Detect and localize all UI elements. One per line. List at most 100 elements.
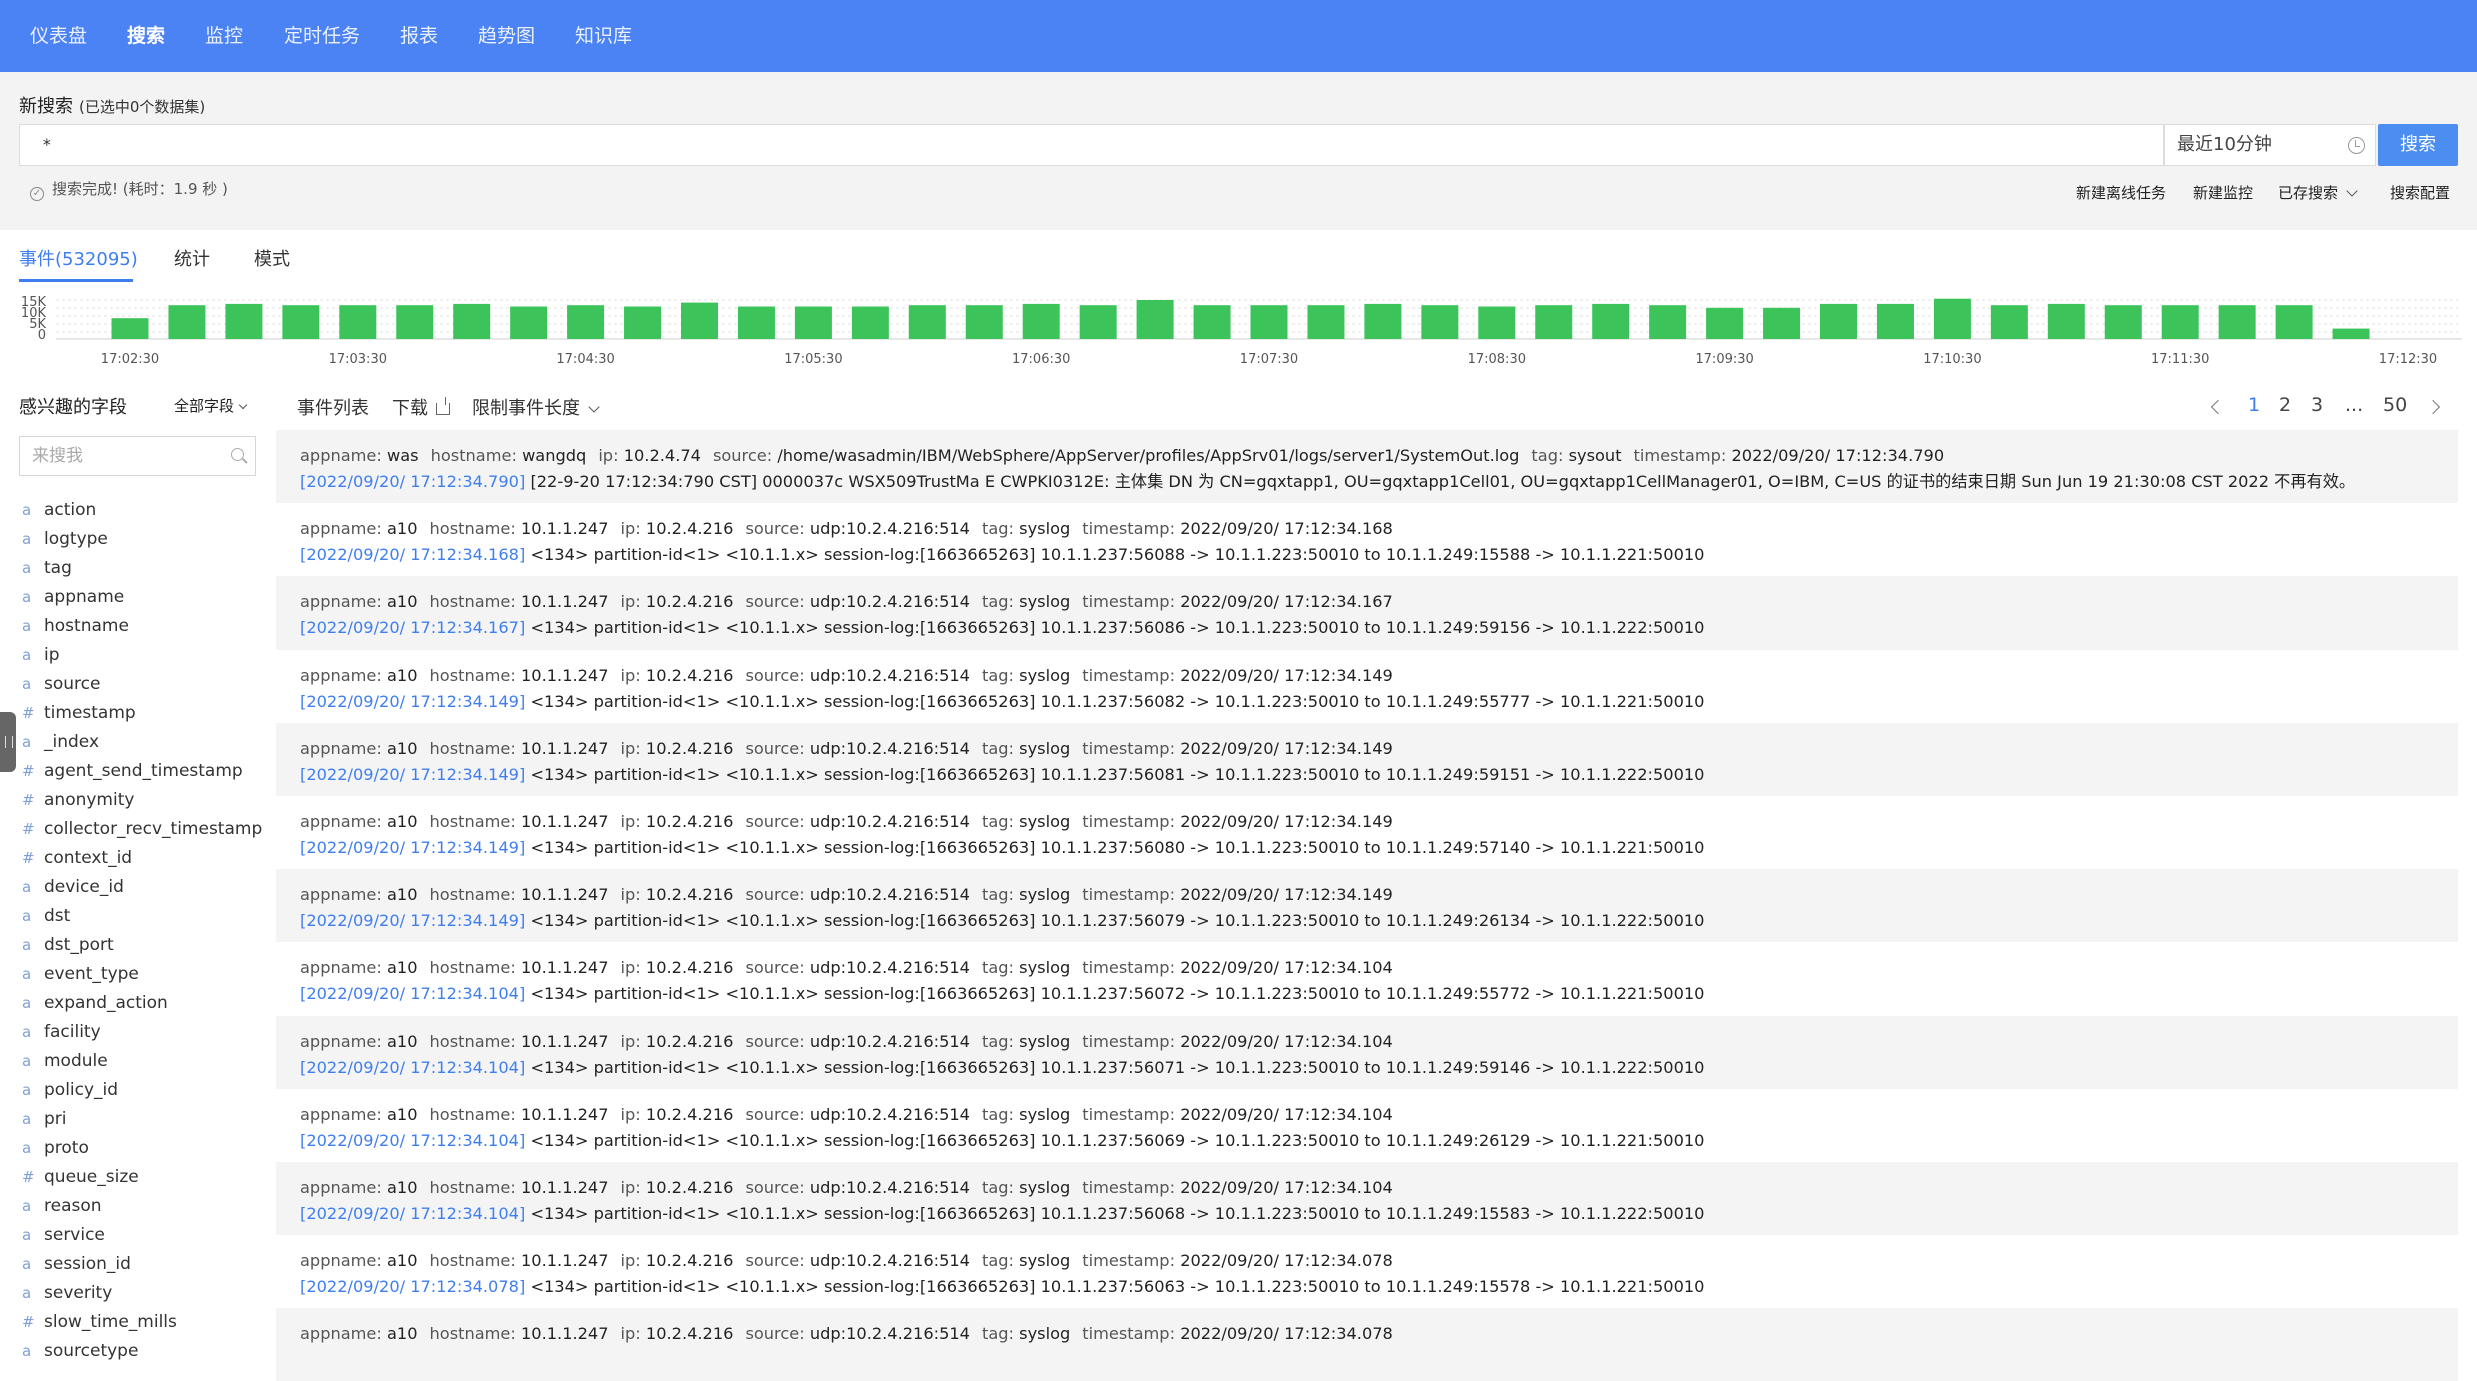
event-row[interactable]: appname: a10 hostname: 10.1.1.247 ip: 10.2… xyxy=(276,869,2458,943)
field-item[interactable]: a session_id xyxy=(19,1250,259,1279)
event-field-value[interactable]: 10.1.1.247 xyxy=(521,519,609,538)
search-config-link[interactable]: 搜索配置 xyxy=(2390,182,2450,203)
event-field-value[interactable]: udp:10.2.4.216:514 xyxy=(810,958,970,977)
histogram-bar[interactable] xyxy=(1079,305,1117,339)
nav-trend-chart[interactable]: 趋势图 xyxy=(478,0,535,72)
field-item[interactable]: a action xyxy=(19,496,259,525)
histogram-bar[interactable] xyxy=(1250,305,1288,339)
event-row[interactable]: appname: a10 hostname: 10.1.1.247 ip: 10.2… xyxy=(276,722,2458,796)
sidebar-collapse-handle[interactable] xyxy=(0,712,16,772)
event-row[interactable]: appname: a10 hostname: 10.1.1.247 ip: 10.2… xyxy=(276,1015,2458,1089)
field-item[interactable]: a dst_port xyxy=(19,931,259,960)
event-field-value[interactable]: a10 xyxy=(387,1324,418,1343)
event-field-value[interactable]: 2022/09/20/ 17:12:34.149 xyxy=(1180,739,1393,758)
event-timestamp[interactable]: [2022/09/20/ 17:12:34.104] xyxy=(300,1131,525,1150)
histogram-bar[interactable] xyxy=(282,305,320,339)
event-field-value[interactable]: 10.1.1.247 xyxy=(521,666,609,685)
event-field-value[interactable]: /home/wasadmin/IBM/WebSphere/AppServer/p… xyxy=(777,446,1519,465)
event-field-value[interactable]: 10.1.1.247 xyxy=(521,739,609,758)
event-field-value[interactable]: sysout xyxy=(1569,446,1622,465)
time-range-select[interactable]: 最近10分钟 xyxy=(2164,124,2376,166)
field-item[interactable]: a appname xyxy=(19,583,259,612)
event-field-value[interactable]: 10.1.1.247 xyxy=(521,1324,609,1343)
event-field-value[interactable]: udp:10.2.4.216:514 xyxy=(810,519,970,538)
tab-patterns[interactable]: 模式 xyxy=(254,245,290,271)
event-row[interactable]: appname: a10 hostname: 10.1.1.247 ip: 10.2… xyxy=(276,503,2458,576)
histogram-bar[interactable] xyxy=(2218,305,2256,339)
nav-scheduled-tasks[interactable]: 定时任务 xyxy=(284,0,360,72)
event-field-value[interactable]: udp:10.2.4.216:514 xyxy=(810,666,970,685)
field-item[interactable]: a pri xyxy=(19,1105,259,1134)
histogram-bar[interactable] xyxy=(111,318,149,339)
histogram-bar[interactable] xyxy=(1307,305,1345,339)
event-field-value[interactable]: a10 xyxy=(387,1251,418,1270)
event-timestamp[interactable]: [2022/09/20/ 17:12:34.168] xyxy=(300,545,525,564)
event-field-value[interactable]: a10 xyxy=(387,958,418,977)
field-item[interactable]: a policy_id xyxy=(19,1076,259,1105)
event-field-value[interactable]: 2022/09/20/ 17:12:34.104 xyxy=(1180,1032,1393,1051)
event-timestamp[interactable]: [2022/09/20/ 17:12:34.104] xyxy=(300,1058,525,1077)
event-field-value[interactable]: udp:10.2.4.216:514 xyxy=(810,1251,970,1270)
event-field-value[interactable]: syslog xyxy=(1019,1178,1070,1197)
query-input[interactable]: * xyxy=(19,124,2164,166)
field-item[interactable]: # agent_send_timestamp xyxy=(19,757,259,786)
histogram-bar[interactable] xyxy=(965,305,1003,339)
page-1[interactable]: 1 xyxy=(2248,394,2260,416)
event-timestamp[interactable]: [2022/09/20/ 17:12:34.790] xyxy=(300,472,525,491)
event-field-value[interactable]: 10.2.4.216 xyxy=(646,958,734,977)
event-field-value[interactable]: udp:10.2.4.216:514 xyxy=(810,1324,970,1343)
new-monitor-link[interactable]: 新建监控 xyxy=(2193,182,2253,203)
event-field-value[interactable]: a10 xyxy=(387,1032,418,1051)
event-field-value[interactable]: a10 xyxy=(387,812,418,831)
event-field-value[interactable]: 2022/09/20/ 17:12:34.168 xyxy=(1180,519,1393,538)
histogram-bar[interactable] xyxy=(453,303,491,339)
histogram-bar[interactable] xyxy=(168,305,206,339)
histogram-bar[interactable] xyxy=(1763,307,1801,339)
tab-statistics[interactable]: 统计 xyxy=(174,245,210,271)
event-field-value[interactable]: 10.1.1.247 xyxy=(521,592,609,611)
field-item[interactable]: # timestamp xyxy=(19,699,259,728)
event-timestamp[interactable]: [2022/09/20/ 17:12:34.149] xyxy=(300,692,525,711)
histogram-bar[interactable] xyxy=(1421,305,1459,339)
event-row[interactable]: appname: was hostname: wangdq ip: 10.2.4.7… xyxy=(276,430,2458,504)
event-timestamp[interactable]: [2022/09/20/ 17:12:34.078] xyxy=(300,1277,525,1296)
histogram-bar[interactable] xyxy=(2047,303,2085,339)
event-row[interactable]: appname: a10 hostname: 10.1.1.247 ip: 10.2… xyxy=(276,1161,2458,1236)
field-item[interactable]: # context_id xyxy=(19,844,259,873)
histogram-bar[interactable] xyxy=(510,306,548,340)
field-item[interactable]: a ip xyxy=(19,641,259,670)
event-timestamp[interactable]: [2022/09/20/ 17:12:34.104] xyxy=(300,984,525,1003)
event-field-value[interactable]: syslog xyxy=(1019,1105,1070,1124)
event-field-value[interactable]: 10.2.4.216 xyxy=(646,666,734,685)
event-field-value[interactable]: 2022/09/20/ 17:12:34.149 xyxy=(1180,666,1393,685)
event-field-value[interactable]: udp:10.2.4.216:514 xyxy=(810,1105,970,1124)
field-item[interactable]: # slow_time_mills xyxy=(19,1308,259,1337)
prev-page-icon[interactable] xyxy=(2210,399,2226,415)
event-field-value[interactable]: a10 xyxy=(387,519,418,538)
field-item[interactable]: a hostname xyxy=(19,612,259,641)
event-row[interactable]: appname: a10 hostname: 10.1.1.247 ip: 10.2… xyxy=(276,576,2458,650)
search-button[interactable]: 搜索 xyxy=(2378,124,2458,166)
field-item[interactable]: # collector_recv_timestamp xyxy=(19,815,262,844)
event-field-value[interactable]: udp:10.2.4.216:514 xyxy=(810,812,970,831)
event-field-value[interactable]: syslog xyxy=(1019,1032,1070,1051)
event-row[interactable]: appname: a10 hostname: 10.1.1.247 ip: 10.2… xyxy=(276,1089,2458,1162)
next-page-icon[interactable] xyxy=(2425,399,2441,415)
histogram-bar[interactable] xyxy=(908,305,946,339)
event-field-value[interactable]: 10.1.1.247 xyxy=(521,885,609,904)
event-field-value[interactable]: 10.2.4.74 xyxy=(624,446,701,465)
field-item[interactable]: a dst xyxy=(19,902,259,931)
nav-dashboard[interactable]: 仪表盘 xyxy=(30,0,87,72)
histogram-bar[interactable] xyxy=(339,305,377,339)
saved-search-dropdown[interactable]: 已存搜索 xyxy=(2278,182,2358,203)
event-field-value[interactable]: 10.2.4.216 xyxy=(646,1178,734,1197)
event-field-value[interactable]: udp:10.2.4.216:514 xyxy=(810,739,970,758)
field-item[interactable]: a event_type xyxy=(19,960,259,989)
histogram-bar[interactable] xyxy=(1649,305,1687,339)
nav-knowledge-base[interactable]: 知识库 xyxy=(575,0,632,72)
event-row[interactable]: appname: a10 hostname: 10.1.1.247 ip: 10.2… xyxy=(276,796,2458,869)
histogram-bar[interactable] xyxy=(1022,303,1060,339)
event-field-value[interactable]: a10 xyxy=(387,592,418,611)
event-field-value[interactable]: a10 xyxy=(387,739,418,758)
field-item[interactable]: a service xyxy=(19,1221,259,1250)
